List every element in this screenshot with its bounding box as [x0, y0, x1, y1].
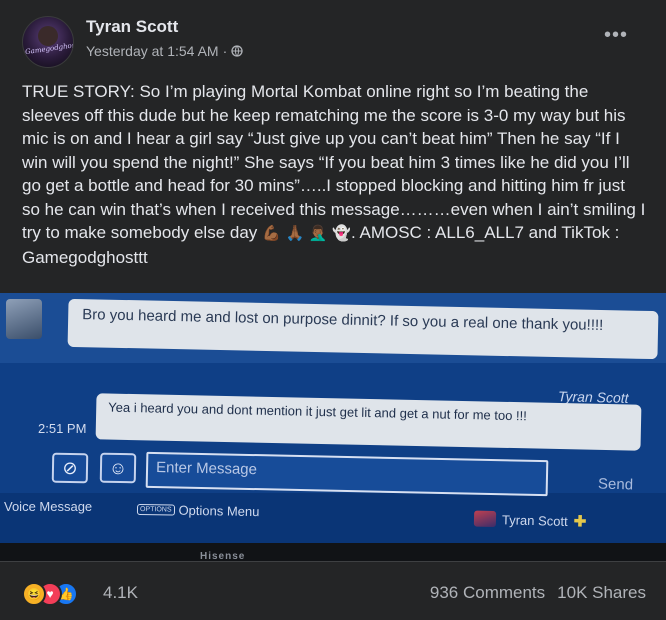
smiley-icon: ☺ [99, 452, 137, 484]
post-header: Gamegodghost Tyran Scott Yesterday at 1:… [0, 0, 666, 80]
post-meta: Yesterday at 1:54 AM · [86, 43, 243, 59]
post-timestamp[interactable]: Yesterday at 1:54 AM [86, 43, 219, 59]
options-button-icon: OPTIONS [136, 503, 175, 516]
send-label: Send [597, 475, 634, 494]
message-input: Enter Message [145, 451, 549, 497]
tv-brand-logo: Hisense [200, 551, 246, 561]
tv-bezel [0, 543, 666, 561]
post-text: TRUE STORY: So I’m playing Mortal Kombat… [22, 80, 646, 269]
facepalm-emoji: 🤦🏾‍♂️ [308, 225, 328, 242]
ps-user-name: Tyran Scott [501, 511, 568, 529]
ps-user-avatar [473, 510, 497, 528]
flexed-biceps-emoji: 💪🏾 [262, 225, 281, 242]
meta-separator: · [222, 43, 228, 59]
globe-icon[interactable] [231, 45, 243, 57]
options-menu-hint: OPTIONS Options Menu [136, 502, 260, 520]
reaction-icons[interactable]: 😆 ♥ 👍 [22, 582, 78, 606]
comments-count[interactable]: 936 Comments [430, 583, 545, 603]
attach-icon: ⊘ [51, 452, 89, 484]
avatar-logo-text: Gamegodghost [24, 40, 74, 57]
options-menu-label: Options Menu [178, 502, 260, 520]
reaction-count[interactable]: 4.1K [103, 583, 138, 603]
more-horizontal-icon[interactable]: ••• [604, 24, 628, 47]
haha-icon: 😆 [22, 582, 46, 606]
sender-avatar [6, 299, 42, 339]
shares-count[interactable]: 10K Shares [557, 583, 646, 603]
folded-hands-emoji: 🙏🏾 [285, 225, 305, 242]
post-body-text: TRUE STORY: So I’m playing Mortal Kombat… [22, 82, 646, 242]
engagement-stats: 936 Comments 10K Shares [430, 583, 646, 603]
post-photo[interactable]: Bro you heard me and lost on purpose din… [0, 293, 666, 561]
ps-user-tag: Tyran Scott ✚ [473, 510, 587, 531]
author-avatar[interactable]: Gamegodghost [22, 16, 74, 68]
ps-plus-icon: ✚ [573, 513, 587, 531]
post-footer: 😆 ♥ 👍 4.1K 936 Comments 10K Shares [0, 561, 666, 620]
voice-message-label: Voice Message [4, 499, 93, 514]
ghost-emoji: 👻 [332, 225, 351, 242]
author-name[interactable]: Tyran Scott [86, 17, 178, 37]
message-time: 2:51 PM [38, 421, 87, 436]
